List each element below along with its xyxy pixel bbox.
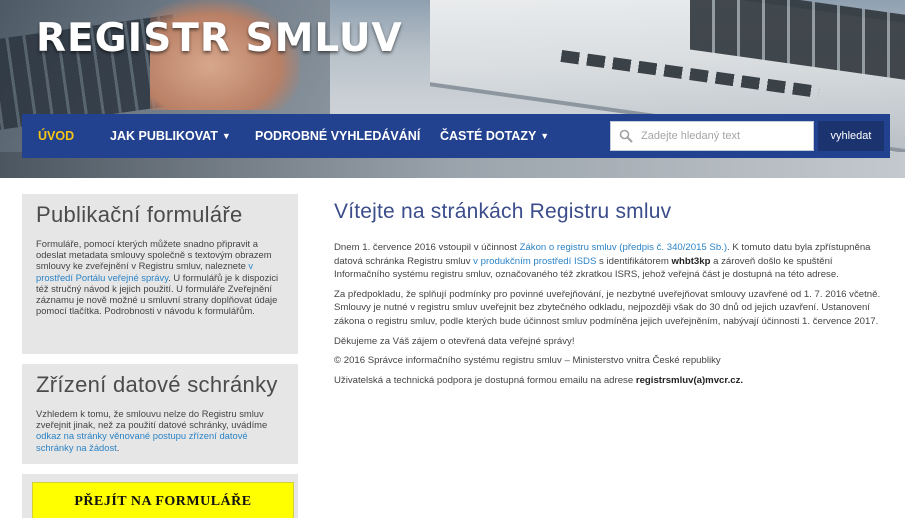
forms-panel-text: Formuláře, pomocí kterých můžete snadno … bbox=[36, 238, 284, 316]
caret-down-icon: ▼ bbox=[221, 131, 231, 141]
sidebar: Publikační formuláře Formuláře, pomocí k… bbox=[22, 194, 298, 518]
support-email: registrsmluv(a)mvcr.cz. bbox=[635, 374, 744, 386]
forms-text-part: Formuláře, pomocí kterých můžete snadno … bbox=[36, 238, 272, 272]
main-navigation: ÚVOD JAK PUBLIKOVAT ▼ PODROBNÉ VYHLEDÁVÁ… bbox=[22, 114, 890, 158]
support-text: Uživatelská a technická podpora je dostu… bbox=[334, 374, 636, 386]
law-link[interactable]: Zákon o registru smluv (předpis č. 340/2… bbox=[520, 242, 727, 253]
intro-text: Dnem 1. července 2016 vstoupil v účinnos… bbox=[334, 242, 520, 253]
intro-paragraph: Dnem 1. července 2016 vstoupil v účinnos… bbox=[334, 241, 890, 282]
copyright-paragraph: © 2016 Správce informačního systému regi… bbox=[334, 355, 721, 367]
search-input[interactable] bbox=[641, 130, 807, 142]
forms-panel: Publikační formuláře Formuláře, pomocí k… bbox=[22, 194, 298, 354]
databox-text-part: Vzhledem k tomu, že smlouvu nelze do Reg… bbox=[36, 408, 268, 431]
support-paragraph: Uživatelská a technická podpora je dostu… bbox=[334, 374, 890, 388]
nav-item-podrobne-vyhledavani[interactable]: PODROBNÉ VYHLEDÁVÁNÍ bbox=[255, 129, 420, 143]
go-to-forms-button[interactable]: PŘEJÍT NA FORMULÁŘE bbox=[32, 482, 294, 518]
databox-panel: Zřízení datové schránky Vzhledem k tomu,… bbox=[22, 364, 298, 464]
intro-text: s identifikátorem bbox=[596, 255, 672, 267]
nav-label: JAK PUBLIKOVAT bbox=[110, 129, 218, 143]
main-content: Vítejte na stránkách Registru smluv Dnem… bbox=[334, 200, 890, 393]
databox-text-part: . bbox=[116, 441, 120, 453]
forms-panel-title: Publikační formuláře bbox=[36, 202, 243, 227]
search-box bbox=[610, 121, 814, 151]
thanks-paragraph: Děkujeme za Váš zájem o otevřená data ve… bbox=[334, 335, 575, 347]
nav-label: ÚVOD bbox=[38, 129, 75, 143]
caret-down-icon: ▼ bbox=[540, 131, 550, 141]
search-button[interactable]: vyhledat bbox=[818, 121, 884, 151]
nav-item-uvod[interactable]: ÚVOD bbox=[38, 129, 74, 143]
cta-panel: PŘEJÍT NA FORMULÁŘE bbox=[22, 474, 298, 518]
databox-identifier: whbt3kp bbox=[671, 255, 711, 267]
nav-item-jak-publikovat[interactable]: JAK PUBLIKOVAT ▼ bbox=[110, 129, 231, 143]
conditions-paragraph: Za předpokladu, že splňují podmínky pro … bbox=[334, 288, 881, 327]
search-icon bbox=[611, 129, 641, 143]
nav-label: PODROBNÉ VYHLEDÁVÁNÍ bbox=[255, 129, 421, 143]
databox-link[interactable]: odkaz na stránky věnované postupu zřízen… bbox=[36, 430, 248, 452]
isds-link[interactable]: v produkčním prostředí ISDS bbox=[473, 256, 596, 267]
page-title: Vítejte na stránkách Registru smluv bbox=[334, 200, 672, 223]
nav-label: ČASTÉ DOTAZY bbox=[440, 129, 537, 143]
databox-panel-title: Zřízení datové schránky bbox=[36, 372, 278, 397]
databox-panel-text: Vzhledem k tomu, že smlouvu nelze do Reg… bbox=[36, 408, 284, 453]
site-title[interactable]: REGISTR SMLUV bbox=[36, 16, 403, 61]
nav-item-caste-dotazy[interactable]: ČASTÉ DOTAZY ▼ bbox=[440, 129, 549, 143]
